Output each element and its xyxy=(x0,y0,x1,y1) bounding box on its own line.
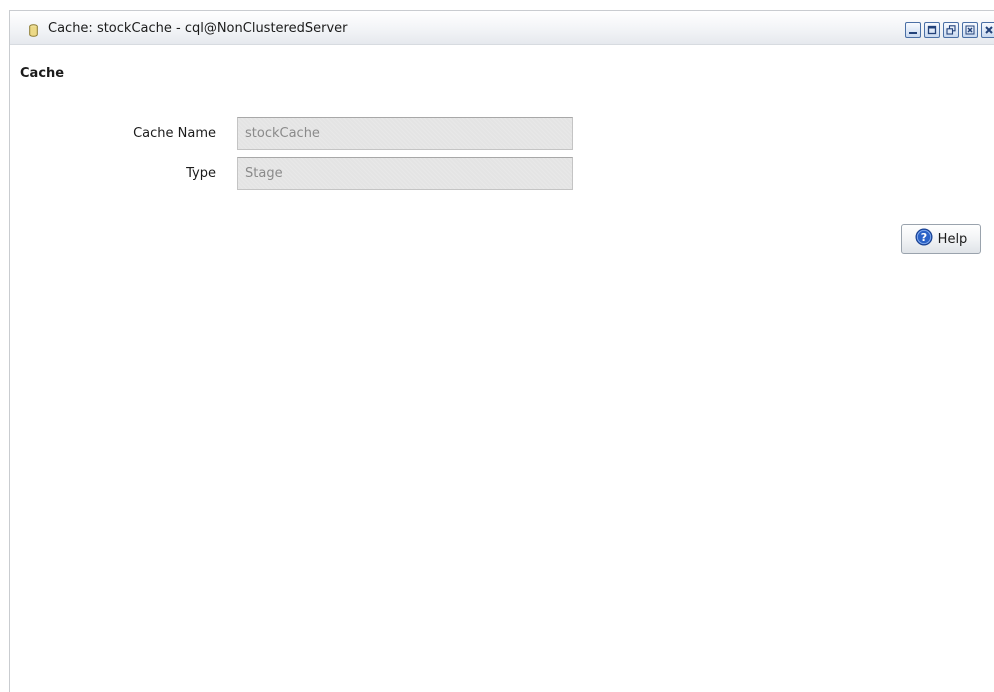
restore-icon[interactable] xyxy=(943,22,959,38)
window-titlebar[interactable]: Cache: stockCache - cql@NonClusteredServ… xyxy=(10,11,994,45)
type-row: Type xyxy=(10,157,994,191)
window-title: Cache: stockCache - cql@NonClusteredServ… xyxy=(48,21,348,36)
window-controls xyxy=(905,22,994,38)
database-icon xyxy=(29,22,38,37)
cache-name-label: Cache Name xyxy=(133,126,216,141)
help-icon: ? xyxy=(915,228,933,250)
section-title: Cache xyxy=(20,66,65,81)
cache-name-field[interactable] xyxy=(237,117,573,150)
maximize-icon[interactable] xyxy=(924,22,940,38)
svg-text:?: ? xyxy=(920,231,926,244)
type-label: Type xyxy=(186,166,216,181)
help-button[interactable]: ? Help xyxy=(901,224,981,254)
cache-name-row: Cache Name xyxy=(10,117,994,151)
help-label: Help xyxy=(937,231,968,247)
type-field[interactable] xyxy=(237,157,573,190)
close-icon[interactable] xyxy=(962,22,978,38)
close-all-icon[interactable] xyxy=(981,22,994,38)
cache-window: Cache: stockCache - cql@NonClusteredServ… xyxy=(9,10,994,692)
minimize-icon[interactable] xyxy=(905,22,921,38)
